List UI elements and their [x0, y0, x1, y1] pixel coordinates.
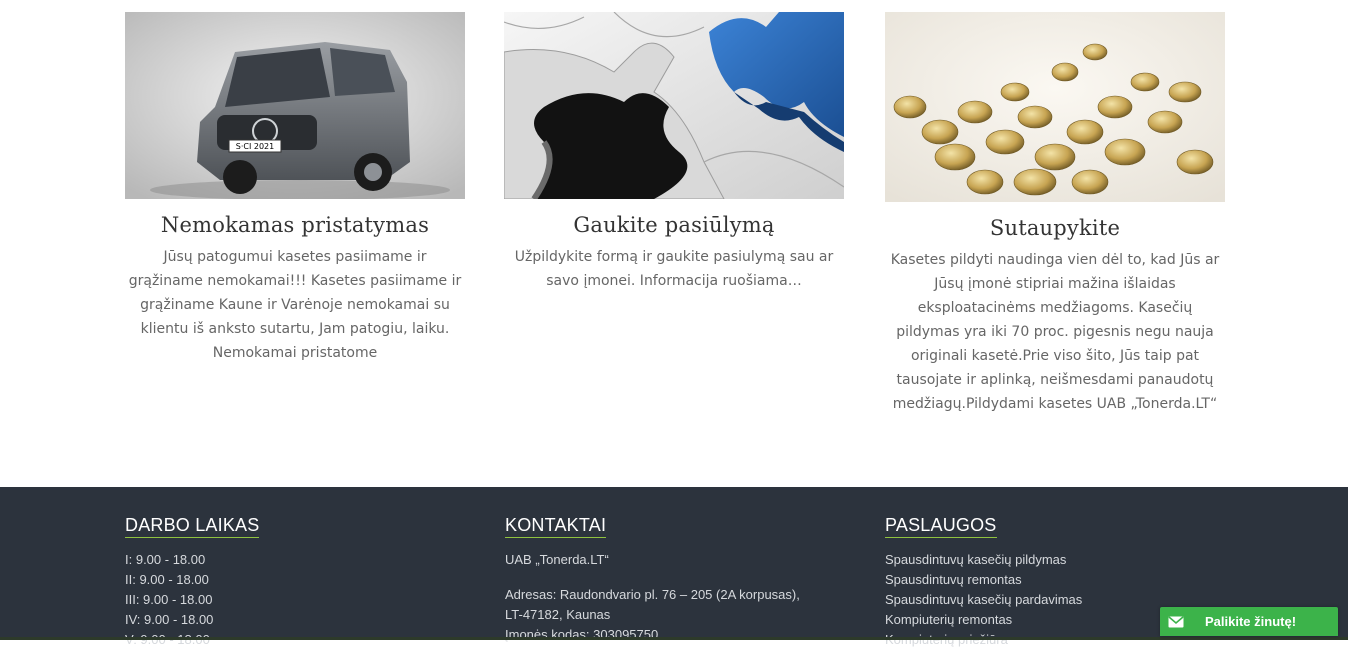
feature-card-offer: Gaukite pasiūlymą Užpildykite formą ir g… — [504, 12, 844, 293]
leave-message-button[interactable]: Palikite žinutę! — [1160, 607, 1338, 636]
hours-line: IV: 9.00 - 18.00 — [125, 612, 214, 627]
hours-line: II: 9.00 - 18.00 — [125, 572, 209, 587]
feature-title: Nemokamas pristatymas — [160, 213, 430, 237]
company-code: Įmonės kodas: 303095750 — [505, 627, 659, 642]
feature-description: Kasetes pildyti naudinga vien dėl to, ka… — [890, 252, 1220, 412]
hours-line: V: 9.00 - 18.00 — [125, 630, 465, 650]
footer-heading: DARBO LAIKAS — [125, 515, 260, 538]
feature-card-savings: Sutaupykite Kasetes pildyti naudinga vie… — [885, 12, 1225, 416]
puzzle-image — [504, 12, 844, 199]
footer-working-hours: DARBO LAIKAS I: 9.00 - 18.00 II: 9.00 - … — [125, 515, 465, 650]
service-link[interactable]: Spausdintuvų remontas — [885, 570, 1225, 590]
leave-message-label: Palikite žinutę! — [1205, 614, 1297, 629]
address-line: Adresas: Raudondvario pl. 76 – 205 (2A k… — [505, 587, 800, 602]
hours-line: III: 9.00 - 18.00 — [125, 592, 213, 607]
delivery-van-image: S·CI 2021 — [125, 12, 465, 199]
coins-image — [885, 12, 1225, 202]
footer-heading: KONTAKTAI — [505, 515, 607, 538]
license-plate: S·CI 2021 — [236, 142, 274, 151]
feature-description: Jūsų patogumui kasetes pasiimame ir grąž… — [128, 249, 462, 361]
footer-contacts: KONTAKTAI UAB „Tonerda.LT“ Adresas: Raud… — [505, 515, 845, 645]
hours-line: I: 9.00 - 18.00 — [125, 552, 206, 567]
feature-card-delivery: S·CI 2021 Nemokamas pristatymas Jūsų pat… — [125, 12, 465, 365]
company-name: UAB „Tonerda.LT“ — [505, 552, 609, 567]
feature-title: Sutaupykite — [989, 216, 1121, 240]
feature-description: Užpildykite formą ir gaukite pasiulymą s… — [514, 249, 834, 289]
service-link[interactable]: Spausdintuvų kasečių pildymas — [885, 550, 1225, 570]
address-line: LT-47182, Kaunas — [505, 607, 611, 622]
footer-heading: PASLAUGOS — [885, 515, 997, 538]
feature-title: Gaukite pasiūlymą — [573, 213, 775, 237]
envelope-icon — [1160, 607, 1192, 636]
footer: DARBO LAIKAS I: 9.00 - 18.00 II: 9.00 - … — [0, 487, 1348, 647]
